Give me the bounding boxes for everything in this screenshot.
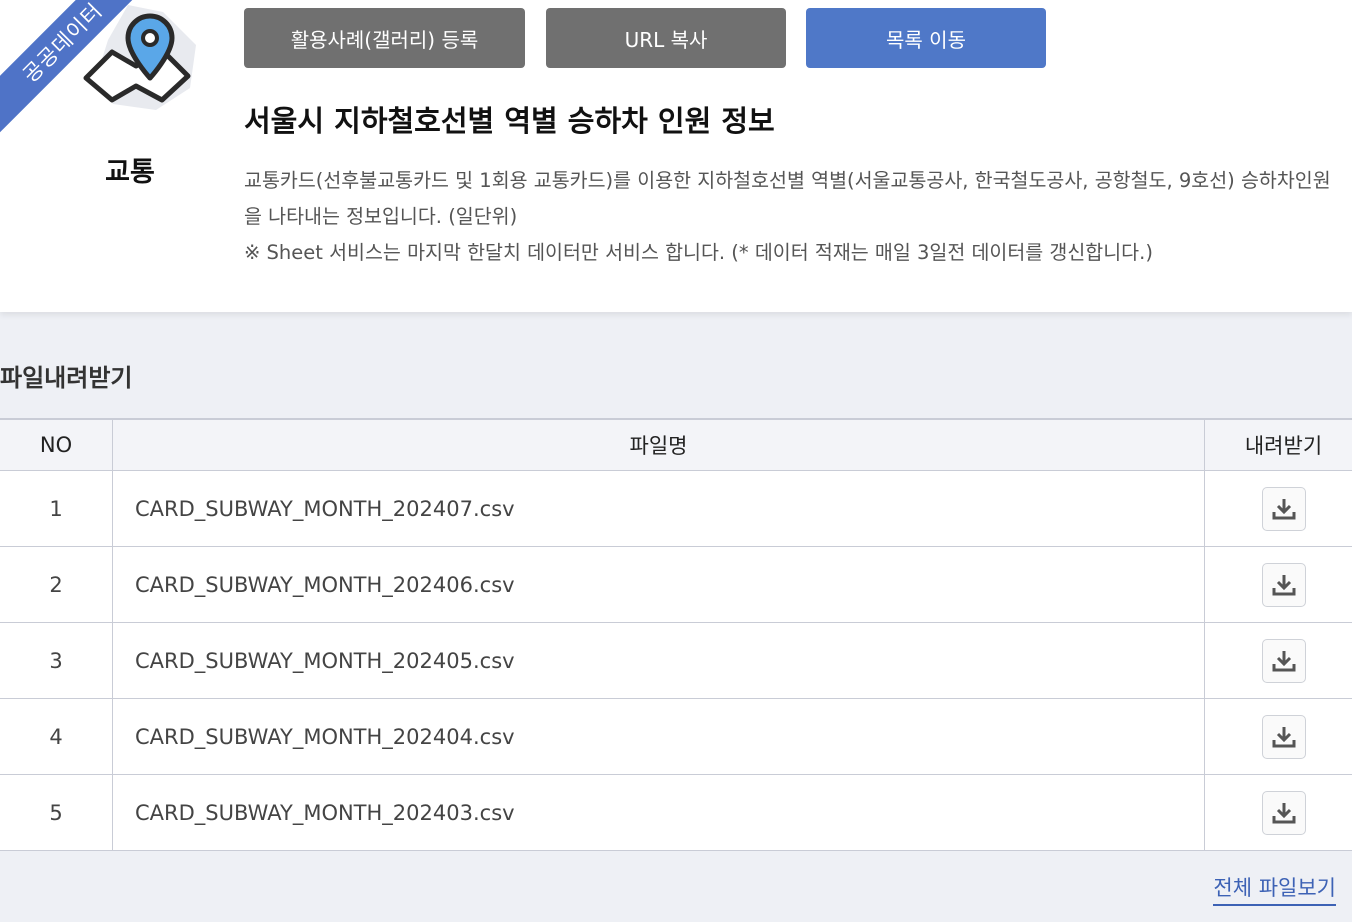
download-icon (1272, 726, 1295, 747)
dataset-header: 공공데이터 교통 활용사례(갤러리) 등록 URL 복사 목록 이동 서울시 지… (0, 0, 1352, 312)
file-name: CARD_SUBWAY_MONTH_202405.csv (113, 623, 1205, 698)
row-number: 5 (0, 775, 113, 850)
dataset-title: 서울시 지하철호선별 역별 승하차 인원 정보 (244, 104, 775, 138)
download-button[interactable] (1261, 638, 1306, 683)
column-header-no: NO (0, 420, 113, 470)
download-icon (1272, 498, 1295, 519)
download-section-title: 파일내려받기 (0, 364, 133, 392)
table-row: 2 CARD_SUBWAY_MONTH_202406.csv (0, 547, 1352, 623)
table-row: 3 CARD_SUBWAY_MONTH_202405.csv (0, 623, 1352, 699)
download-icon (1272, 574, 1295, 595)
file-name: CARD_SUBWAY_MONTH_202404.csv (113, 699, 1205, 774)
download-button[interactable] (1261, 714, 1306, 759)
row-number: 4 (0, 699, 113, 774)
view-all-files-link[interactable]: 전체 파일보기 (1213, 872, 1336, 906)
gallery-register-button[interactable]: 활용사례(갤러리) 등록 (244, 8, 525, 68)
category-label: 교통 (105, 157, 155, 188)
file-name: CARD_SUBWAY_MONTH_202407.csv (113, 471, 1205, 546)
table-row: 4 CARD_SUBWAY_MONTH_202404.csv (0, 699, 1352, 775)
description-line-1: 교통카드(선후불교통카드 및 1회용 교통카드)를 이용한 지하철호선별 역별(… (244, 169, 1331, 228)
go-to-list-button[interactable]: 목록 이동 (806, 8, 1046, 68)
download-button[interactable] (1261, 790, 1306, 835)
download-icon (1272, 650, 1295, 671)
download-button[interactable] (1261, 486, 1306, 531)
file-table: NO 파일명 내려받기 1 CARD_SUBWAY_MONTH_202407.c… (0, 418, 1352, 851)
table-header-row: NO 파일명 내려받기 (0, 420, 1352, 471)
row-number: 3 (0, 623, 113, 698)
copy-url-button[interactable]: URL 복사 (546, 8, 786, 68)
row-number: 1 (0, 471, 113, 546)
column-header-download: 내려받기 (1244, 434, 1323, 458)
download-button[interactable] (1261, 562, 1306, 607)
description-line-2: ※ Sheet 서비스는 마지막 한달치 데이터만 서비스 합니다. (* 데이… (244, 241, 1153, 264)
row-number: 2 (0, 547, 113, 622)
table-row: 5 CARD_SUBWAY_MONTH_202403.csv (0, 775, 1352, 851)
download-icon (1272, 802, 1295, 823)
table-row: 1 CARD_SUBWAY_MONTH_202407.csv (0, 471, 1352, 547)
file-name: CARD_SUBWAY_MONTH_202403.csv (113, 775, 1205, 850)
file-name: CARD_SUBWAY_MONTH_202406.csv (113, 547, 1205, 622)
dataset-description: 교통카드(선후불교통카드 및 1회용 교통카드)를 이용한 지하철호선별 역별(… (244, 163, 1334, 271)
column-header-filename: 파일명 (113, 420, 1205, 470)
